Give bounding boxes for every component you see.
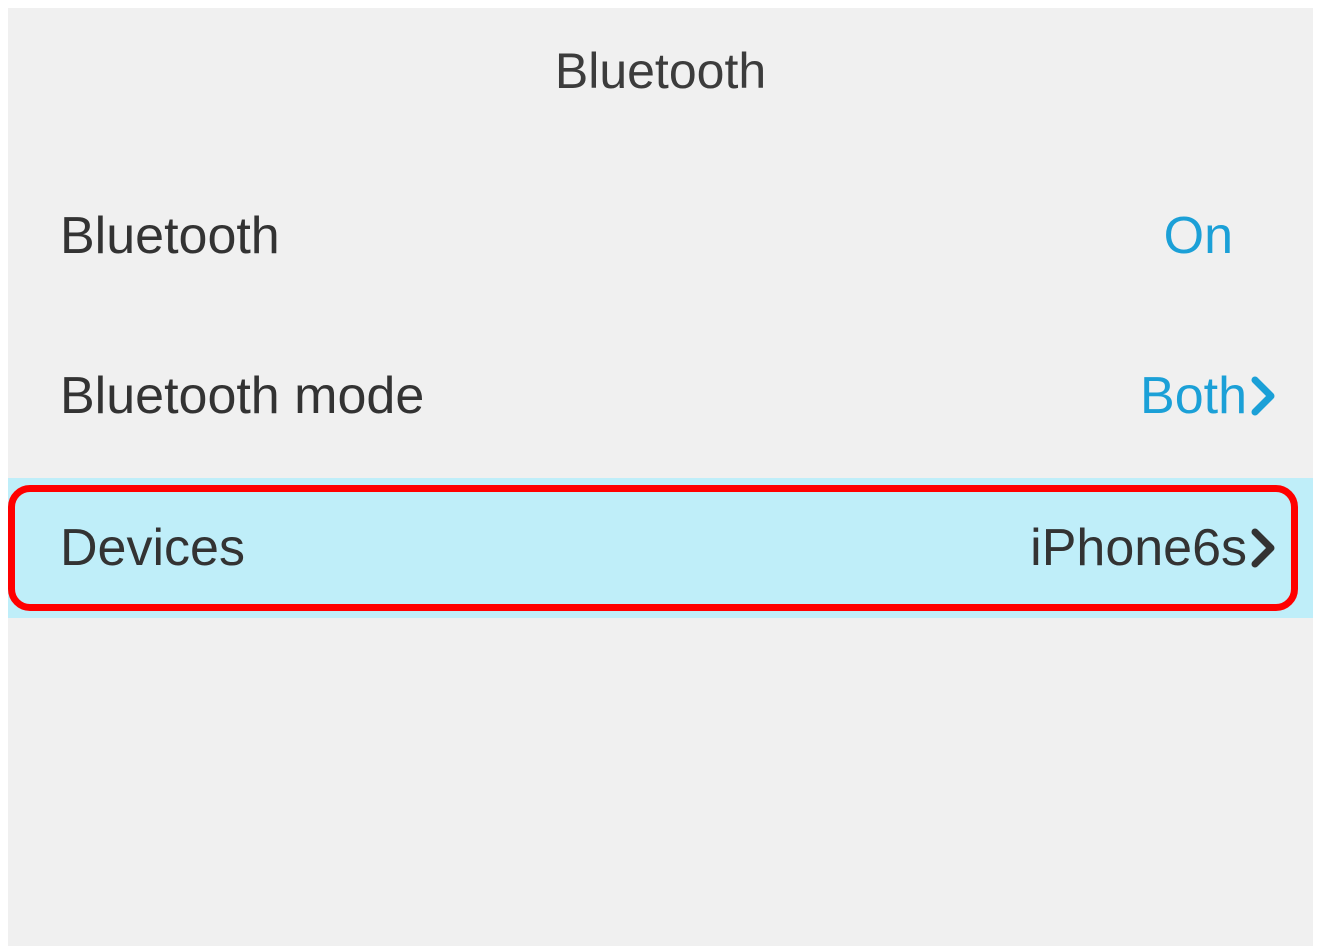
chevron-right-icon: [1251, 376, 1275, 416]
chevron-right-icon: [1251, 528, 1275, 568]
bluetooth-mode-value: Both: [1140, 367, 1247, 425]
bluetooth-status-value: On: [1163, 207, 1233, 265]
setting-label-devices: Devices: [60, 519, 245, 577]
setting-value-bluetooth-mode: Both: [1140, 366, 1277, 426]
devices-value: iPhone6s: [1030, 519, 1247, 577]
page-title: Bluetooth: [554, 43, 767, 99]
setting-label-bluetooth-mode: Bluetooth mode: [60, 367, 425, 425]
setting-row-devices[interactable]: Devices iPhone6s: [8, 478, 1313, 618]
setting-row-bluetooth-mode[interactable]: Bluetooth mode Both: [8, 326, 1313, 466]
setting-label-bluetooth: Bluetooth: [60, 207, 280, 265]
setting-value-devices: iPhone6s: [1030, 518, 1277, 578]
settings-screen: Bluetooth Bluetooth On Bluetooth mode Bo…: [8, 8, 1313, 946]
setting-value-bluetooth: On: [1164, 206, 1233, 266]
setting-row-bluetooth[interactable]: Bluetooth On: [8, 166, 1313, 306]
